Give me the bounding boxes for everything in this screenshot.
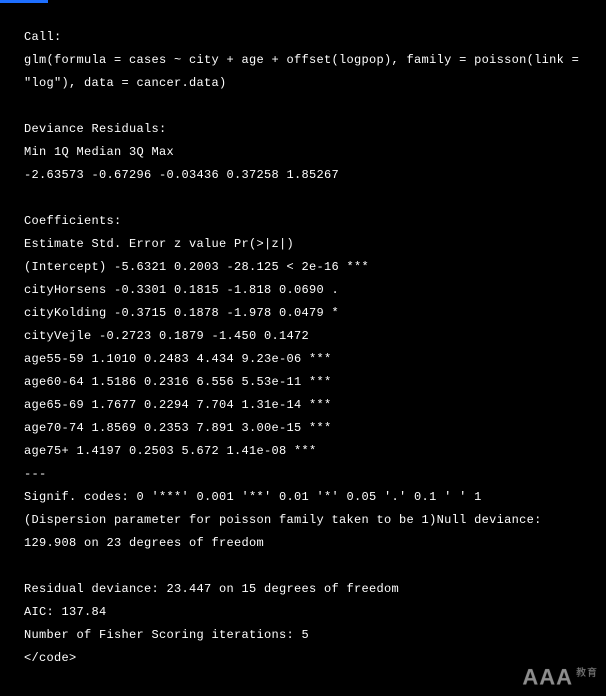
output-line: "log"), data = cancer.data) [24,72,582,95]
blank-line [24,95,582,118]
output-line: age75+ 1.4197 0.2503 5.672 1.41e-08 *** [24,440,582,463]
output-line: Coefficients: [24,210,582,233]
blank-line [24,187,582,210]
output-line: 129.908 on 23 degrees of freedom [24,532,582,555]
blank-line [24,555,582,578]
output-line: glm(formula = cases ~ city + age + offse… [24,49,582,72]
output-line: (Dispersion parameter for poisson family… [24,509,582,532]
output-line: -2.63573 -0.67296 -0.03436 0.37258 1.852… [24,164,582,187]
output-line: --- [24,463,582,486]
output-line: cityHorsens -0.3301 0.1815 -1.818 0.0690… [24,279,582,302]
output-line: cityVejle -0.2723 0.1879 -1.450 0.1472 [24,325,582,348]
output-line: age55-59 1.1010 0.2483 4.434 9.23e-06 **… [24,348,582,371]
output-line: Number of Fisher Scoring iterations: 5 [24,624,582,647]
output-line: cityKolding -0.3715 0.1878 -1.978 0.0479… [24,302,582,325]
output-line: AIC: 137.84 [24,601,582,624]
output-line: Estimate Std. Error z value Pr(>|z|) [24,233,582,256]
output-line: </code> [24,647,582,670]
output-line: Signif. codes: 0 '***' 0.001 '**' 0.01 '… [24,486,582,509]
output-line: Deviance Residuals: [24,118,582,141]
top-progress-bar [0,0,48,3]
code-output-block: Call:glm(formula = cases ~ city + age + … [24,26,582,670]
output-line: age70-74 1.8569 0.2353 7.891 3.00e-15 **… [24,417,582,440]
output-line: age65-69 1.7677 0.2294 7.704 1.31e-14 **… [24,394,582,417]
output-line: Residual deviance: 23.447 on 15 degrees … [24,578,582,601]
output-line: (Intercept) -5.6321 0.2003 -28.125 < 2e-… [24,256,582,279]
output-line: age60-64 1.5186 0.2316 6.556 5.53e-11 **… [24,371,582,394]
output-line: Min 1Q Median 3Q Max [24,141,582,164]
output-line: Call: [24,26,582,49]
